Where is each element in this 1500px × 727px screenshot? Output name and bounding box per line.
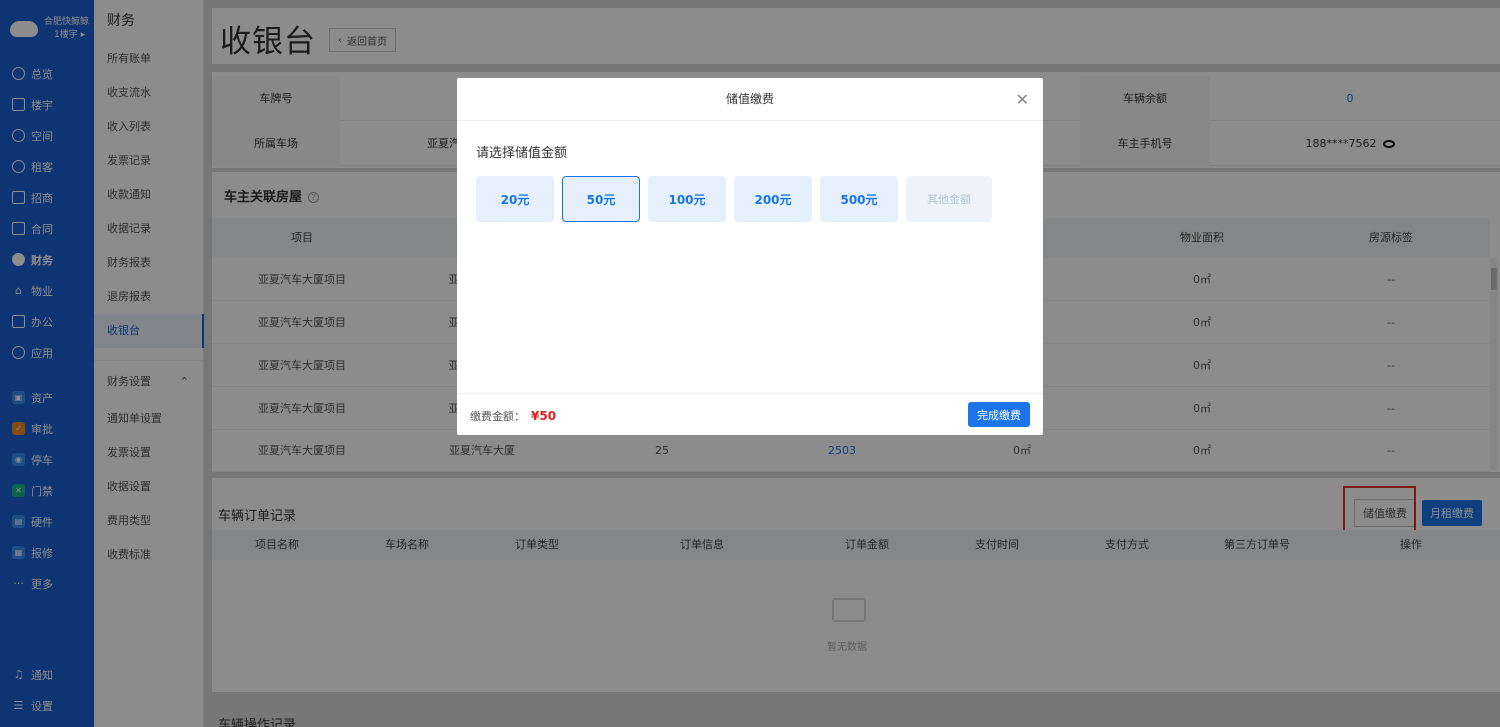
- amount-option-50[interactable]: 50元: [562, 176, 640, 222]
- total-amount: 缴费金额： ¥50: [470, 409, 557, 423]
- complete-payment-button[interactable]: 完成缴费: [968, 402, 1030, 427]
- amount-option-500[interactable]: 500元: [820, 176, 898, 222]
- amount-option-other[interactable]: 其他金额: [906, 176, 992, 222]
- stored-value-modal: 储值缴费 ✕ 请选择储值金额 20元 50元 100元 200元 500元 其他…: [457, 78, 1043, 435]
- amount-option-20[interactable]: 20元: [476, 176, 554, 222]
- amount-option-100[interactable]: 100元: [648, 176, 726, 222]
- close-icon[interactable]: ✕: [1016, 78, 1029, 121]
- modal-prompt: 请选择储值金额: [476, 146, 568, 161]
- modal-title: 储值缴费: [725, 92, 774, 106]
- amount-option-200[interactable]: 200元: [734, 176, 812, 222]
